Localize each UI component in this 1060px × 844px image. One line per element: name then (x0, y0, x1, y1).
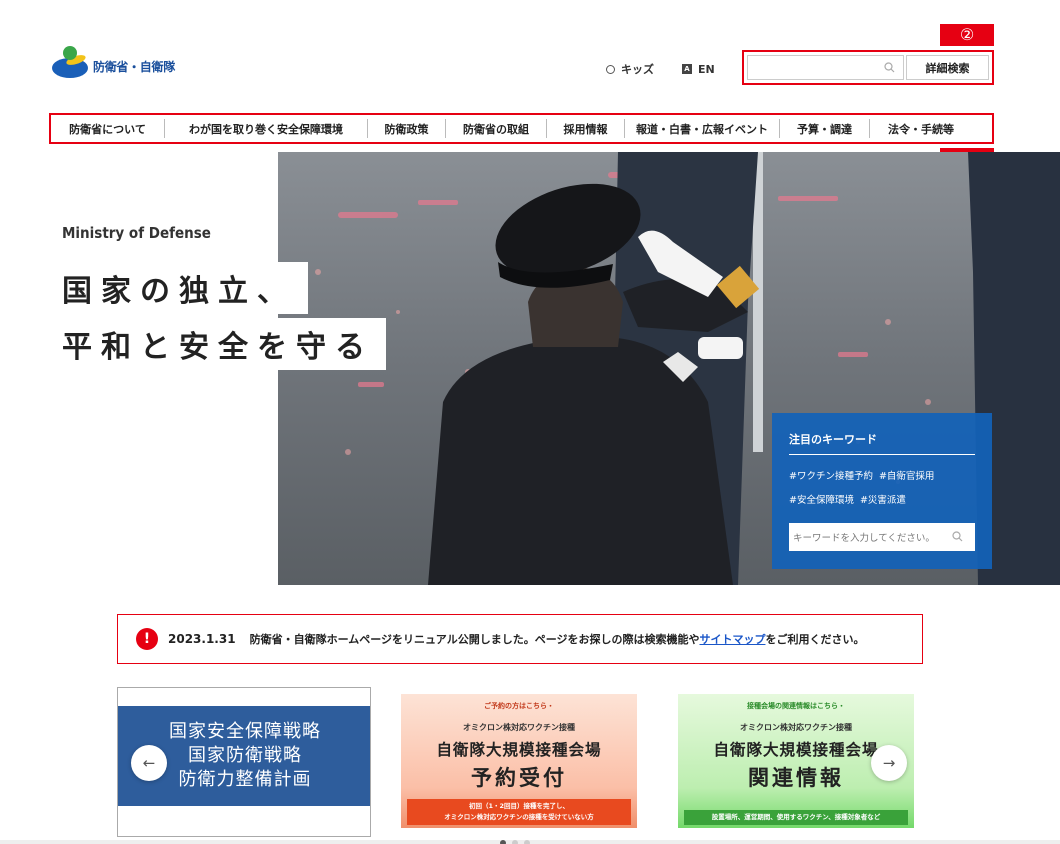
top-links: キッズ A EN (606, 61, 715, 77)
keyword-tags: #ワクチン接種予約 #自衛官採用 #安全保障環境 #災害派遣 (789, 465, 975, 513)
banner-foot: 設置場所、運営期間、使用するワクチン、接種対象者など (684, 810, 908, 825)
nav-item-defense-policy[interactable]: 防衛政策 (367, 119, 445, 138)
renewal-notice: ! 2023.1.31 防衛省・自衛隊ホームページをリニュアル公開しました。ペー… (117, 614, 923, 664)
banner-head: ご予約の方はこちら・ (484, 702, 554, 710)
keyword-tag[interactable]: #災害派遣 (860, 495, 906, 506)
language-icon: A (682, 64, 692, 74)
nav-item-about[interactable]: 防衛省について (51, 119, 164, 138)
nav-item-budget[interactable]: 予算・調達 (779, 119, 869, 138)
banner-foot-line: オミクロン株対応ワクチンの接種を受けていない方 (444, 813, 594, 821)
keyword-tag[interactable]: #ワクチン接種予約 (789, 471, 873, 482)
banner-line: 防衛力整備計画 (178, 769, 312, 790)
nav-item-initiatives[interactable]: 防衛省の取組 (445, 119, 546, 138)
nav-item-recruitment[interactable]: 採用情報 (546, 119, 624, 138)
banner-foot-line: 初回（1・2回目）接種を完了し、 (468, 802, 570, 810)
banner-line: 国家安全保障戦略 (169, 721, 321, 742)
carousel-dots (500, 840, 530, 844)
banner-big: 予約受付 (471, 766, 567, 790)
kids-icon (606, 64, 615, 74)
kids-link[interactable]: キッズ (606, 61, 654, 77)
global-nav: 防衛省について わが国を取り巻く安全保障環境 防衛政策 防衛省の取組 採用情報 … (49, 113, 994, 144)
sitemap-link[interactable]: サイトマップ (699, 633, 765, 646)
keyword-tag[interactable]: #安全保障環境 (789, 495, 854, 506)
notice-text: 防衛省・自衛隊ホームページをリニュアル公開しました。ページをお探しの際は検索機能… (250, 632, 910, 647)
carousel-dot[interactable] (500, 840, 506, 844)
nav-item-press[interactable]: 報道・白書・広報イベント (624, 119, 779, 138)
search-input[interactable] (747, 55, 905, 80)
banner-sub: オミクロン株対応ワクチン接種 (463, 723, 575, 732)
english-link[interactable]: A EN (682, 61, 715, 77)
banner-foot-line: 設置場所、運営期間、使用するワクチン、接種対象者など (711, 813, 881, 821)
carousel-prev-button[interactable]: ← (131, 745, 167, 781)
carousel-dot[interactable] (524, 840, 530, 844)
hero-tagline-en: Ministry of Defense (62, 224, 211, 242)
banner-line: 国家防衛戦略 (188, 745, 302, 766)
nav-item-laws[interactable]: 法令・手続等 (869, 119, 972, 138)
page-bottom-divider (0, 840, 1060, 844)
keyword-panel-title: 注目のキーワード (789, 431, 975, 455)
notice-text-after: をご利用ください。 (765, 632, 865, 646)
notice-text-before: 防衛省・自衛隊ホームページをリニュアル公開しました。ページをお探しの際は検索機能… (249, 632, 700, 646)
banner-head: 接種会場の関連情報はこちら・ (747, 702, 845, 710)
search-icon (884, 62, 895, 73)
logo-text: 防衛省・自衛隊 (93, 59, 175, 74)
site-search: 詳細検索 (742, 50, 994, 85)
hero-tagline-line2: 平和と安全を守る (52, 318, 386, 370)
search-icon[interactable] (952, 531, 963, 542)
keyword-panel: 注目のキーワード #ワクチン接種予約 #自衛官採用 #安全保障環境 #災害派遣 キー… (772, 413, 992, 569)
kids-label: キッズ (621, 63, 654, 76)
english-label: EN (698, 62, 715, 76)
carousel-dot[interactable] (512, 840, 518, 844)
carousel-next-button[interactable]: → (871, 745, 907, 781)
annotation-badge-2: ② (940, 24, 994, 46)
notice-date: 2023.1.31 (168, 632, 236, 646)
alert-icon: ! (136, 628, 158, 650)
keyword-tag[interactable]: #自衛官採用 (879, 471, 934, 482)
hero-tagline-line1: 国家の独立、 (52, 262, 308, 314)
banner-sub: オミクロン株対応ワクチン接種 (740, 723, 852, 732)
keyword-search-placeholder: キーワードを入力してください。 (793, 533, 935, 544)
banner-foot: 初回（1・2回目）接種を完了し、 オミクロン株対応ワクチンの接種を受けていない方 (407, 799, 631, 825)
advanced-search-button[interactable]: 詳細検索 (906, 55, 989, 80)
banner-vaccine-reservation[interactable]: ご予約の方はこちら・ オミクロン株対応ワクチン接種 自衛隊大規模接種会場 予約受… (401, 694, 637, 828)
banner-main: 自衛隊大規模接種会場 (436, 741, 602, 759)
logo-emblem-icon (52, 46, 90, 86)
site-logo[interactable]: 防衛省・自衛隊 (52, 46, 175, 86)
keyword-search-input[interactable]: キーワードを入力してください。 (789, 523, 975, 551)
nav-item-security-environment[interactable]: わが国を取り巻く安全保障環境 (164, 119, 367, 138)
